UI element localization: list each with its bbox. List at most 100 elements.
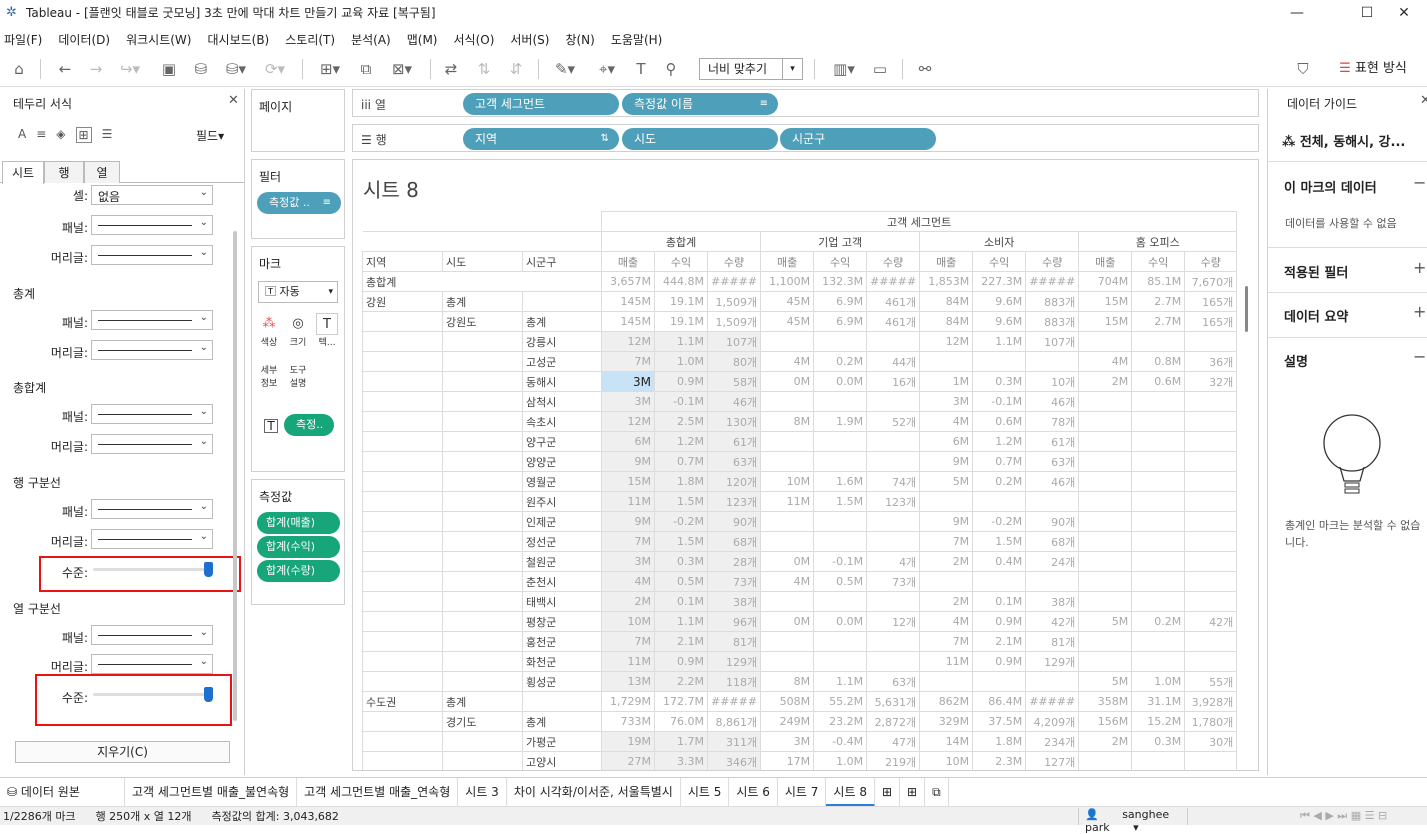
value-cell[interactable]: 120개 xyxy=(706,471,762,492)
value-cell[interactable]: 6M xyxy=(601,431,655,452)
value-cell[interactable]: 1.2M xyxy=(972,431,1027,452)
value-cell[interactable]: 0.7M xyxy=(972,451,1027,472)
value-cell[interactable]: 8M xyxy=(760,671,815,692)
share-icon[interactable]: ⚯ xyxy=(914,59,936,79)
value-cell[interactable]: 16개 xyxy=(866,371,921,392)
minimize-button[interactable]: — xyxy=(1274,0,1320,25)
value-cell[interactable] xyxy=(1184,491,1238,512)
value-cell[interactable]: 84M xyxy=(919,291,974,312)
value-cell[interactable]: 42개 xyxy=(1025,611,1080,632)
value-cell[interactable] xyxy=(972,571,1027,592)
text-button[interactable]: T 텍... xyxy=(316,313,338,351)
value-cell[interactable]: 1.8M xyxy=(654,471,708,492)
value-cell[interactable]: 19.1M xyxy=(654,311,708,332)
value-cell[interactable]: 1.1M xyxy=(654,331,708,352)
value-cell[interactable]: 733M xyxy=(601,711,655,732)
value-cell[interactable]: 5,631개 xyxy=(866,691,921,712)
value-cell[interactable] xyxy=(1025,491,1080,512)
row-pill-province[interactable]: 시도 xyxy=(622,128,778,150)
value-cell[interactable]: ##### xyxy=(1025,271,1080,292)
value-cell[interactable]: ##### xyxy=(866,271,921,292)
value-cell[interactable] xyxy=(1131,511,1186,532)
value-cell[interactable]: 1,100M xyxy=(760,271,815,292)
value-cell[interactable]: 461개 xyxy=(866,291,921,312)
value-cell[interactable]: 55.2M xyxy=(813,691,868,712)
value-cell[interactable]: 3M xyxy=(760,731,815,752)
value-cell[interactable]: 73개 xyxy=(866,571,921,592)
pin-icon[interactable]: ⚲ xyxy=(660,59,682,79)
value-cell[interactable] xyxy=(1131,491,1186,512)
value-cell[interactable]: 9M xyxy=(919,451,974,472)
value-cell[interactable]: 107개 xyxy=(706,331,762,352)
value-cell[interactable]: 4개 xyxy=(866,551,921,572)
value-cell[interactable]: 9M xyxy=(601,511,655,532)
value-cell[interactable]: 44개 xyxy=(866,351,921,372)
value-cell[interactable]: 28개 xyxy=(706,551,762,572)
group-icon[interactable]: ⌖▾ xyxy=(590,59,624,79)
value-cell[interactable]: 0.2M xyxy=(813,351,868,372)
value-cell[interactable]: 7M xyxy=(919,631,974,652)
value-cell[interactable] xyxy=(1078,331,1133,352)
value-cell[interactable] xyxy=(1131,531,1186,552)
value-cell[interactable] xyxy=(866,451,921,472)
value-cell[interactable]: 132.3M xyxy=(813,271,868,292)
value-cell[interactable] xyxy=(1184,471,1238,492)
clear-button[interactable]: 지우기(C) xyxy=(15,741,230,763)
value-cell[interactable] xyxy=(1184,651,1238,672)
value-cell[interactable] xyxy=(1078,511,1133,532)
value-cell[interactable] xyxy=(1131,631,1186,652)
value-cell[interactable] xyxy=(972,671,1027,692)
column-pill-measure-names[interactable]: 측정값 이름 ≡ xyxy=(622,93,778,115)
value-cell[interactable] xyxy=(1184,571,1238,592)
value-cell[interactable]: 130개 xyxy=(706,411,762,432)
value-cell[interactable]: -0.4M xyxy=(813,731,868,752)
value-cell[interactable]: 63개 xyxy=(1025,451,1080,472)
value-cell[interactable]: 704M xyxy=(1078,271,1133,292)
value-cell[interactable]: 0.6M xyxy=(1131,371,1186,392)
sort-ascending-icon[interactable]: ⇅ xyxy=(473,59,495,79)
value-cell[interactable]: 3M xyxy=(601,391,655,412)
value-cell[interactable]: 4M xyxy=(760,571,815,592)
value-cell[interactable]: 329M xyxy=(919,711,974,732)
value-cell[interactable] xyxy=(760,451,815,472)
sheet-pane-dropdown[interactable]: ⌄ xyxy=(91,215,213,235)
value-cell[interactable]: 358M xyxy=(1078,691,1133,712)
measure-pill-sales[interactable]: 합계(매출) xyxy=(257,512,340,534)
value-cell[interactable] xyxy=(1078,651,1133,672)
value-cell[interactable]: 0.6M xyxy=(972,411,1027,432)
value-cell[interactable] xyxy=(1078,751,1133,770)
value-cell[interactable]: 3M xyxy=(601,551,655,572)
value-cell[interactable]: 90개 xyxy=(706,511,762,532)
value-cell[interactable] xyxy=(866,631,921,652)
value-cell[interactable]: 0.4M xyxy=(972,551,1027,572)
value-cell[interactable]: 346개 xyxy=(706,751,762,770)
value-cell[interactable]: 508M xyxy=(760,691,815,712)
value-cell[interactable] xyxy=(919,351,974,372)
show-cards-icon[interactable]: ▥▾ xyxy=(826,59,862,79)
value-cell[interactable]: 36개 xyxy=(1184,351,1238,372)
value-cell[interactable]: 1.6M xyxy=(813,471,868,492)
row-divider-header-dropdown[interactable]: ⌄ xyxy=(91,529,213,549)
value-cell[interactable] xyxy=(1184,591,1238,612)
value-cell[interactable] xyxy=(1078,411,1133,432)
value-cell[interactable] xyxy=(866,511,921,532)
value-cell[interactable]: 12M xyxy=(601,331,655,352)
value-cell[interactable]: 6.9M xyxy=(813,291,868,312)
value-cell[interactable] xyxy=(972,491,1027,512)
value-cell[interactable]: 1.9M xyxy=(813,411,868,432)
sheet-nav-icon[interactable]: ⏮ ◀ ▶ ⏭ ▦ ☰ ⊟ xyxy=(1300,809,1387,823)
refresh-icon[interactable]: ⟳▾ xyxy=(258,59,292,79)
value-cell[interactable] xyxy=(866,531,921,552)
fields-dropdown[interactable]: 필드▾ xyxy=(196,127,224,144)
value-cell[interactable] xyxy=(1131,591,1186,612)
sheet-tab[interactable]: 시트 3 xyxy=(458,777,507,807)
value-cell[interactable]: 227.3M xyxy=(972,271,1027,292)
value-cell[interactable]: 31.1M xyxy=(1131,691,1186,712)
value-cell[interactable] xyxy=(760,511,815,532)
detail-button[interactable]: 세부 정보 xyxy=(258,363,280,395)
value-cell[interactable]: 0.2M xyxy=(1131,611,1186,632)
value-cell[interactable]: 27M xyxy=(601,751,655,770)
value-cell[interactable] xyxy=(760,591,815,612)
value-cell[interactable]: 145M xyxy=(601,291,655,312)
value-cell[interactable]: 0.8M xyxy=(1131,351,1186,372)
